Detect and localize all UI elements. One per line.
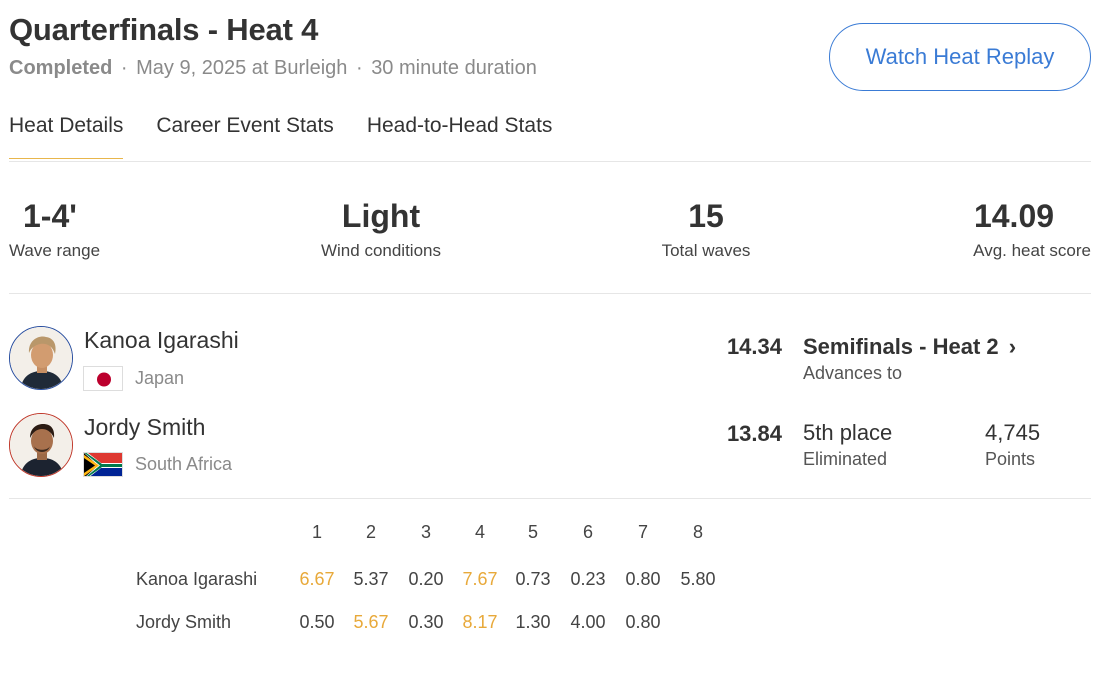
tab-heat-details[interactable]: Heat Details (9, 114, 124, 159)
result-sub: Advances to (803, 363, 903, 383)
stat-value: 14.09 (973, 198, 1055, 234)
surfer-country: South Africa (135, 454, 233, 474)
surfers-divider (9, 498, 1091, 499)
meta-separator: · (120, 57, 128, 79)
next-heat-label: Semifinals - Heat 2 (803, 334, 999, 359)
stat-value: 1-4' (23, 198, 77, 234)
japan-flag-icon (83, 366, 123, 391)
surfer-name[interactable]: Kanoa Igarashi (84, 327, 239, 354)
wave-row-surfer-name: Kanoa Igarashi (136, 569, 258, 589)
wave-score-cell: 5.37 (353, 569, 389, 589)
tab-head-to-head-stats[interactable]: Head-to-Head Stats (367, 114, 553, 159)
surfer-name[interactable]: Jordy Smith (84, 414, 205, 441)
watch-heat-replay-button[interactable]: Watch Heat Replay (829, 23, 1091, 91)
wave-score-cell: 0.80 (625, 569, 661, 589)
wave-score-cell: 4.00 (570, 612, 606, 632)
wave-score-cell: 7.67 (462, 569, 498, 589)
wave-score-cell: 6.67 (299, 569, 335, 589)
wave-column-header: 7 (637, 522, 648, 542)
wave-score-cell: 0.20 (408, 569, 444, 589)
heat-duration: 30 minute duration (371, 57, 537, 79)
wave-score-cell: 0.23 (570, 569, 606, 589)
chevron-right-icon: › (1008, 334, 1017, 359)
heat-meta: Completed · May 9, 2025 at Burleigh · 30… (9, 57, 537, 80)
stat-label: Avg. heat score (973, 241, 1091, 260)
wave-column-header: 4 (474, 522, 485, 542)
meta-separator: · (355, 57, 363, 79)
wave-score-cell: 8.17 (462, 612, 498, 632)
stat-label: Wind conditions (320, 241, 441, 260)
wave-score-cell: 5.67 (353, 612, 389, 632)
stat-total-waves: 15 Total waves (641, 197, 771, 261)
wave-column-header: 8 (692, 522, 703, 542)
heat-status: Completed (9, 57, 113, 79)
wave-column-header: 1 (311, 522, 322, 542)
wave-row-surfer-name: Jordy Smith (136, 612, 232, 632)
wave-score-cell: 0.50 (299, 612, 335, 632)
avatar[interactable] (9, 326, 73, 390)
points-label: Points (985, 449, 1036, 469)
wave-column-header: 3 (420, 522, 431, 542)
tab-career-event-stats[interactable]: Career Event Stats (156, 114, 333, 159)
heat-date-location: May 9, 2025 at Burleigh (136, 57, 348, 79)
result-sub: Eliminated (803, 449, 888, 469)
heat-score: 13.84 (726, 421, 782, 446)
points-value: 4,745 (985, 420, 1041, 445)
stat-label: Wave range (9, 241, 101, 260)
heat-tabs: Heat Details Career Event Stats Head-to-… (9, 114, 552, 159)
tabs-divider (9, 161, 1091, 162)
wave-score-cell: 1.30 (515, 612, 551, 632)
stats-divider (9, 293, 1091, 294)
heat-score: 14.34 (726, 334, 782, 359)
wave-column-header: 6 (582, 522, 593, 542)
wave-score-cell: 0.80 (625, 612, 661, 632)
next-heat-link[interactable]: Semifinals - Heat 2 › (803, 334, 1016, 360)
final-placing: 5th place (803, 420, 893, 445)
wave-column-header: 5 (527, 522, 538, 542)
south-africa-flag-icon (83, 452, 123, 477)
wave-column-header: 2 (365, 522, 376, 542)
stat-wind-conditions: Light Wind conditions (301, 197, 461, 261)
wave-score-cell: 0.30 (408, 612, 444, 632)
wave-score-cell: 0.73 (515, 569, 551, 589)
stat-avg-heat-score: 14.09 Avg. heat score (951, 197, 1091, 261)
avatar[interactable] (9, 413, 73, 477)
wave-score-cell: 5.80 (680, 569, 716, 589)
page-title: Quarterfinals - Heat 4 (9, 12, 319, 47)
stat-value: Light (341, 198, 421, 234)
surfer-country: Japan (135, 368, 185, 388)
stat-value: 15 (688, 198, 724, 234)
stat-label: Total waves (661, 241, 751, 260)
stat-wave-range: 1-4' Wave range (9, 197, 119, 261)
